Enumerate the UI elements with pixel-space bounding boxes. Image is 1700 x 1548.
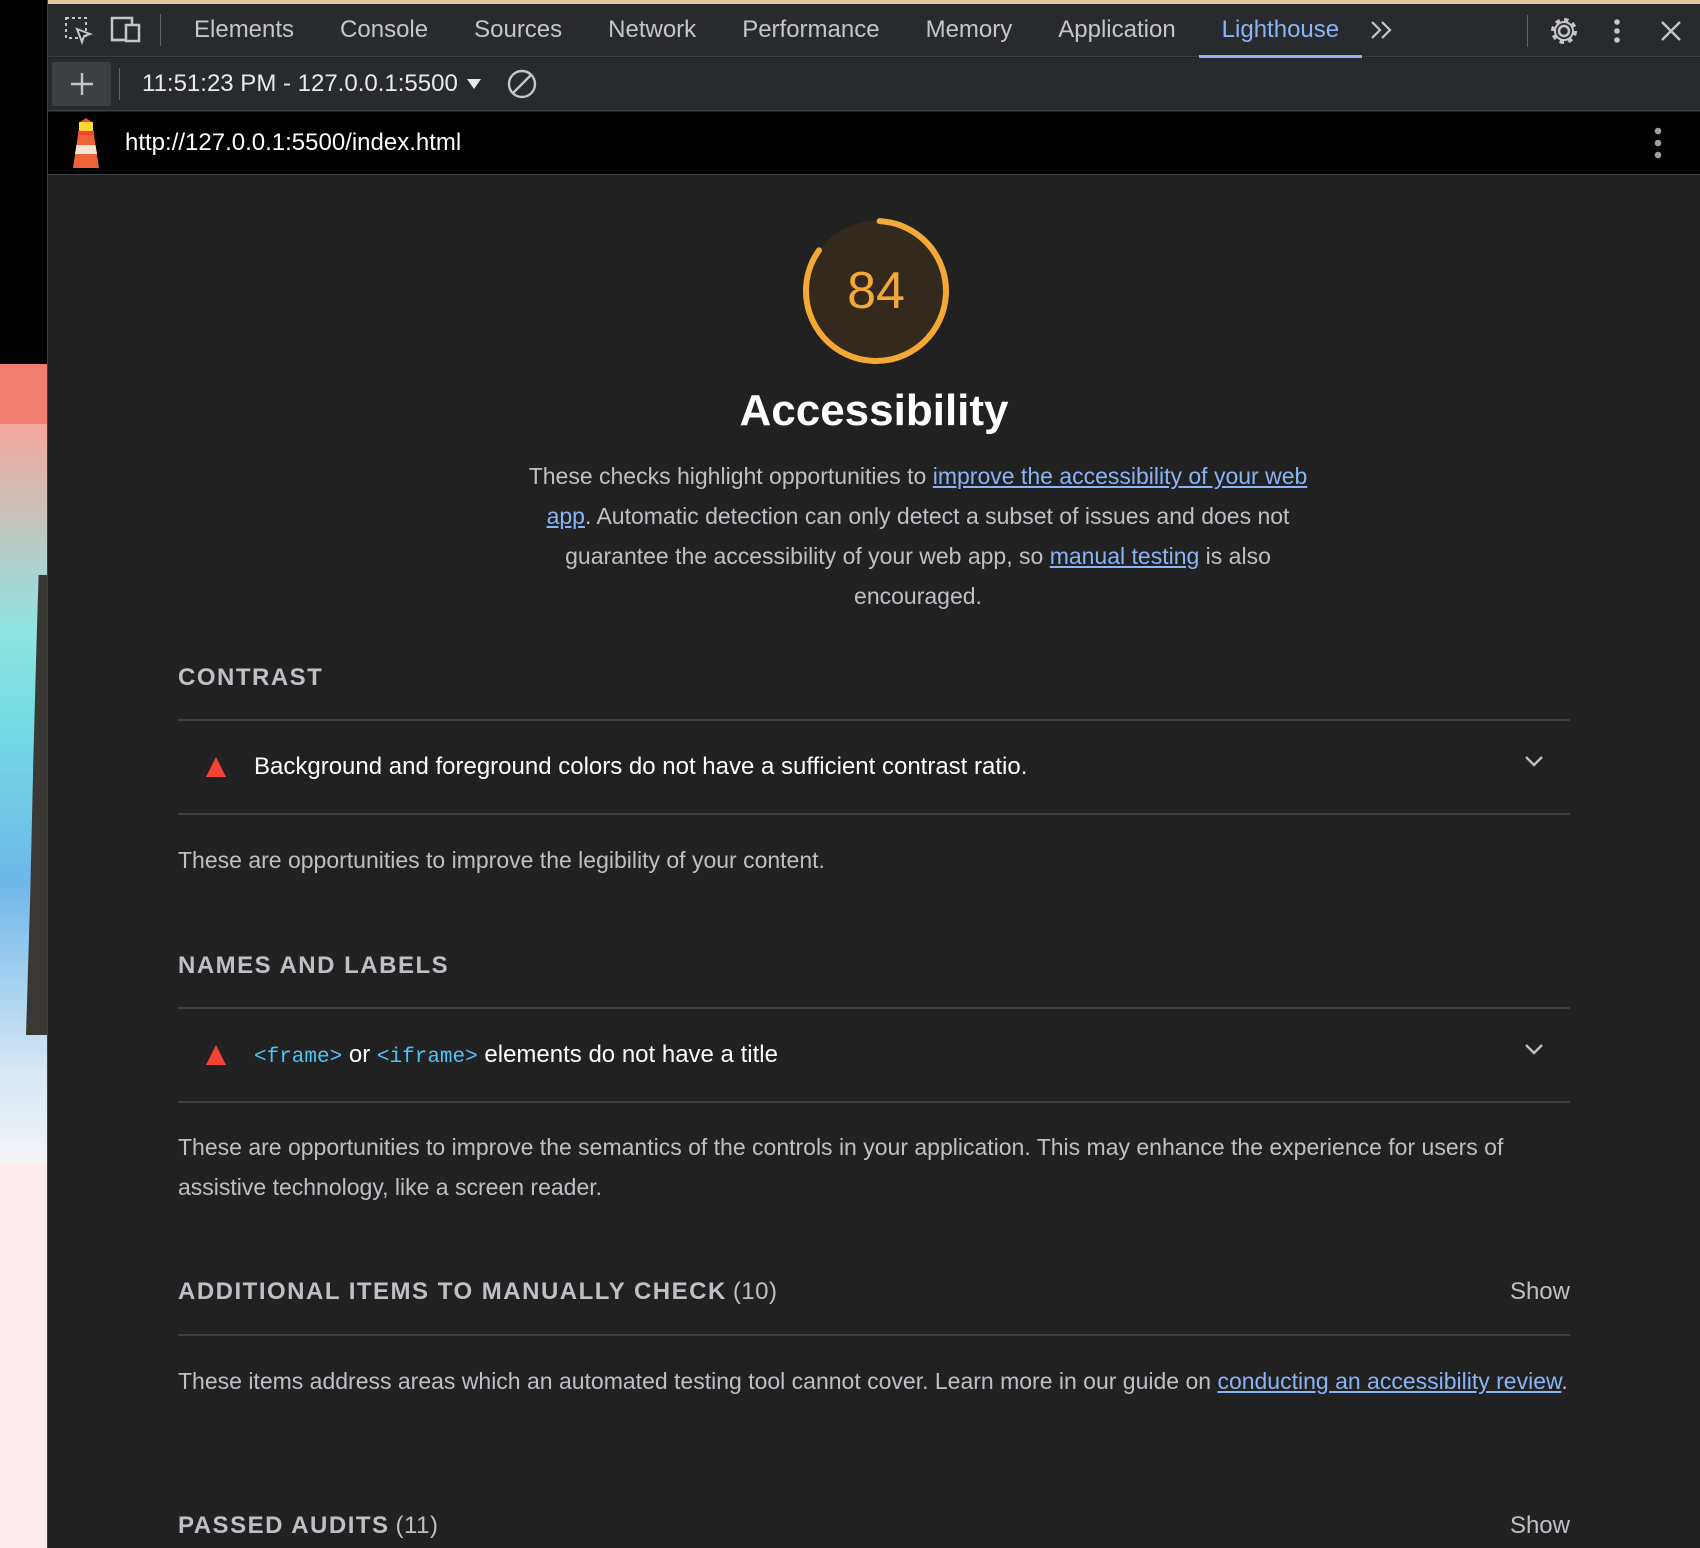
tab-network[interactable]: Network xyxy=(585,4,719,57)
lighthouse-toolbar: 11:51:23 PM - 127.0.0.1:5500 xyxy=(48,58,1700,111)
audit-title-text: or xyxy=(342,1041,377,1068)
settings-gear-icon[interactable] xyxy=(1536,4,1592,57)
group-description: These are opportunities to improve the l… xyxy=(178,847,825,873)
divider xyxy=(178,1334,1570,1336)
tab-application[interactable]: Application xyxy=(1035,4,1198,57)
tab-performance[interactable]: Performance xyxy=(719,4,902,57)
page-sliver-bottom xyxy=(0,1164,47,1548)
chevron-down-icon[interactable] xyxy=(1524,755,1544,769)
tab-elements[interactable]: Elements xyxy=(171,4,317,57)
report-url: http://127.0.0.1:5500/index.html xyxy=(125,129,462,156)
show-button[interactable]: Show xyxy=(1510,1512,1570,1540)
report-url-bar: http://127.0.0.1:5500/index.html xyxy=(48,112,1700,175)
tab-sources[interactable]: Sources xyxy=(451,4,585,57)
group-count: (11) xyxy=(395,1512,439,1539)
category-title: Accessibility xyxy=(739,386,1009,435)
devtools-tabbar: Elements Console Sources Network Perform… xyxy=(48,4,1700,58)
clear-block-icon xyxy=(507,69,536,99)
report-menu-kebab-icon[interactable] xyxy=(1654,126,1662,160)
group-desc-text: These items address areas which an autom… xyxy=(178,1368,1218,1394)
toolbar-divider xyxy=(1527,14,1528,47)
group-description: These items address areas which an autom… xyxy=(178,1361,1570,1401)
tabbar-actions xyxy=(1527,4,1700,57)
tab-memory[interactable]: Memory xyxy=(903,4,1036,57)
category-description: These checks highlight opportunities to … xyxy=(513,456,1323,616)
audit-title-text: elements do not have a title xyxy=(477,1041,778,1068)
group-title-wrap: PASSED AUDITS (11) xyxy=(178,1512,438,1540)
dropdown-arrow-icon xyxy=(466,79,481,89)
score-value: 84 xyxy=(847,262,905,320)
divider xyxy=(178,1101,1570,1103)
show-button[interactable]: Show xyxy=(1510,1278,1570,1306)
toolbar-divider xyxy=(160,14,161,46)
lighthouse-logo-icon xyxy=(73,118,99,168)
divider xyxy=(178,813,1570,815)
clear-reports-button[interactable] xyxy=(506,68,538,100)
audit-title: <frame> or <iframe> elements do not have… xyxy=(254,1041,778,1069)
group-contrast-header: CONTRAST xyxy=(178,664,1570,692)
category-desc-text: These checks highlight opportunities to xyxy=(528,463,933,489)
customize-kebab-icon[interactable] xyxy=(1592,4,1642,57)
tab-console[interactable]: Console xyxy=(317,4,451,57)
inspected-page-sliver xyxy=(0,0,47,1548)
group-desc-text: . xyxy=(1561,1368,1568,1394)
code-iframe: <iframe> xyxy=(376,1046,478,1069)
group-manual-header[interactable]: ADDITIONAL ITEMS TO MANUALLY CHECK (10) S… xyxy=(178,1278,1570,1306)
close-icon[interactable] xyxy=(1642,4,1700,57)
group-title: PASSED AUDITS xyxy=(178,1512,390,1539)
toolbar-divider xyxy=(119,68,120,100)
group-title: CONTRAST xyxy=(178,664,324,691)
inspect-element-icon[interactable] xyxy=(54,4,102,57)
fail-triangle-icon xyxy=(206,757,226,777)
group-title: NAMES AND LABELS xyxy=(178,952,450,979)
audit-frame-title[interactable]: <frame> or <iframe> elements do not have… xyxy=(178,1009,1570,1101)
report-selector-label: 11:51:23 PM - 127.0.0.1:5500 xyxy=(142,70,458,97)
group-passed-header[interactable]: PASSED AUDITS (11) Show xyxy=(178,1512,1570,1540)
lighthouse-report: 84 Accessibility These checks highlight … xyxy=(48,176,1700,1548)
report-selector[interactable]: 11:51:23 PM - 127.0.0.1:5500 xyxy=(142,70,482,98)
group-title-wrap: ADDITIONAL ITEMS TO MANUALLY CHECK (10) xyxy=(178,1278,778,1306)
more-tabs-chevron-icon[interactable] xyxy=(1362,4,1402,57)
audit-title: Background and foreground colors do not … xyxy=(254,753,1028,780)
plus-icon xyxy=(70,73,93,95)
fail-triangle-icon xyxy=(206,1045,226,1065)
audit-color-contrast[interactable]: Background and foreground colors do not … xyxy=(178,721,1570,813)
group-count: (10) xyxy=(732,1278,778,1305)
group-title: ADDITIONAL ITEMS TO MANUALLY CHECK xyxy=(178,1278,727,1305)
device-toolbar-icon[interactable] xyxy=(102,4,150,57)
group-description: These are opportunities to improve the s… xyxy=(178,1134,1504,1200)
accessibility-review-link[interactable]: conducting an accessibility review xyxy=(1217,1368,1561,1394)
chevron-down-icon[interactable] xyxy=(1524,1043,1544,1057)
page-sliver-band xyxy=(0,364,47,424)
code-frame: <frame> xyxy=(254,1046,343,1069)
new-report-button[interactable] xyxy=(52,62,111,106)
manual-testing-link[interactable]: manual testing xyxy=(1050,543,1200,569)
tab-lighthouse[interactable]: Lighthouse xyxy=(1198,4,1363,58)
group-names-labels-header: NAMES AND LABELS xyxy=(178,952,1570,980)
devtools-panel: Elements Console Sources Network Perform… xyxy=(47,0,1700,1548)
